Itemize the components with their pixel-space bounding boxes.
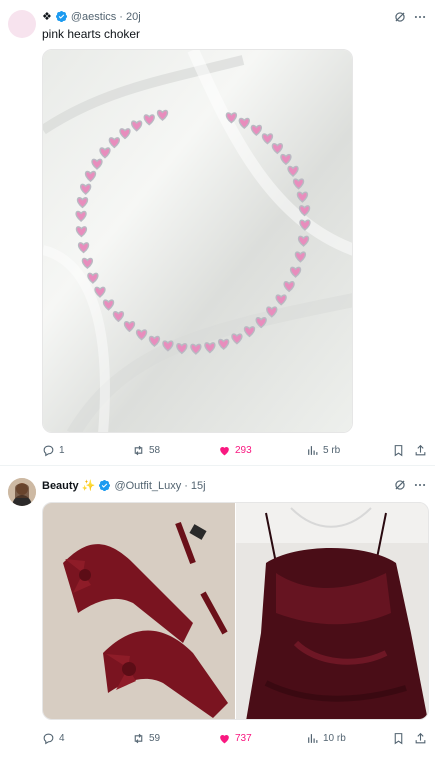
reply-button[interactable]: 4 xyxy=(42,729,65,747)
retweet-count: 58 xyxy=(149,444,161,456)
retweet-button[interactable]: 58 xyxy=(132,441,160,459)
like-count: 737 xyxy=(235,732,252,744)
avatar[interactable] xyxy=(8,10,36,38)
tweet-text: pink hearts choker xyxy=(42,27,141,41)
retweet-icon xyxy=(134,445,143,455)
heart-icon xyxy=(220,446,229,455)
views-button[interactable]: 10 rb xyxy=(306,729,346,747)
like-button[interactable]: 737 xyxy=(218,729,252,747)
tweet[interactable]: ❖ @aestics · 20j pink hearts choker 1 58… xyxy=(0,0,435,465)
reply-button[interactable]: 1 xyxy=(42,441,65,459)
more-icon[interactable] xyxy=(413,478,427,492)
share-button[interactable] xyxy=(414,729,427,747)
like-count: 293 xyxy=(235,444,252,456)
share-icon xyxy=(415,444,426,455)
tweet-actions: 1 58 293 5 rb xyxy=(42,441,429,459)
handle[interactable]: @aestics xyxy=(71,11,116,23)
tweet-header: ❖ @aestics · 20j xyxy=(42,10,141,24)
reply-icon xyxy=(43,445,54,456)
tweet-header: Beauty ✨ @Outfit_Luxy · 15j xyxy=(42,479,206,493)
tweet-image-dress[interactable] xyxy=(236,503,428,719)
retweet-count: 59 xyxy=(149,732,161,744)
timestamp[interactable]: 20j xyxy=(126,11,141,23)
handle[interactable]: @Outfit_Luxy xyxy=(114,480,181,492)
tweet-image-heels[interactable] xyxy=(43,503,235,719)
share-icon xyxy=(415,732,426,743)
separator: · xyxy=(119,10,123,23)
view-count: 5 rb xyxy=(323,444,341,456)
retweet-icon xyxy=(134,733,143,743)
bookmark-button[interactable] xyxy=(392,441,405,459)
retweet-button[interactable]: 59 xyxy=(132,729,160,747)
grok-icon[interactable] xyxy=(393,478,407,492)
views-button[interactable]: 5 rb xyxy=(306,441,340,459)
tweet-media-grid xyxy=(42,502,429,720)
tweet-image-necklace[interactable] xyxy=(42,49,353,433)
display-name[interactable]: ❖ xyxy=(42,10,52,23)
bookmark-button[interactable] xyxy=(392,729,405,747)
grok-icon[interactable] xyxy=(393,10,407,24)
share-button[interactable] xyxy=(414,441,427,459)
timestamp[interactable]: 15j xyxy=(191,480,206,492)
views-icon xyxy=(308,445,318,455)
verified-badge-icon xyxy=(99,479,111,492)
views-icon xyxy=(308,733,318,743)
separator: · xyxy=(184,479,188,492)
bookmark-icon xyxy=(394,444,403,456)
heart-icon xyxy=(220,734,229,743)
more-icon[interactable] xyxy=(413,10,427,24)
tweet[interactable]: Beauty ✨ @Outfit_Luxy · 15j 4 59 737 10 … xyxy=(0,466,435,757)
tweet-actions: 4 59 737 10 rb xyxy=(42,729,429,747)
display-name[interactable]: Beauty ✨ xyxy=(42,479,95,492)
view-count: 10 rb xyxy=(323,732,346,744)
reply-count: 1 xyxy=(59,444,65,456)
verified-badge-icon xyxy=(55,10,67,23)
like-button[interactable]: 293 xyxy=(218,441,252,459)
bookmark-icon xyxy=(394,732,403,744)
reply-count: 4 xyxy=(59,732,65,744)
reply-icon xyxy=(43,733,54,744)
avatar[interactable] xyxy=(8,478,36,506)
